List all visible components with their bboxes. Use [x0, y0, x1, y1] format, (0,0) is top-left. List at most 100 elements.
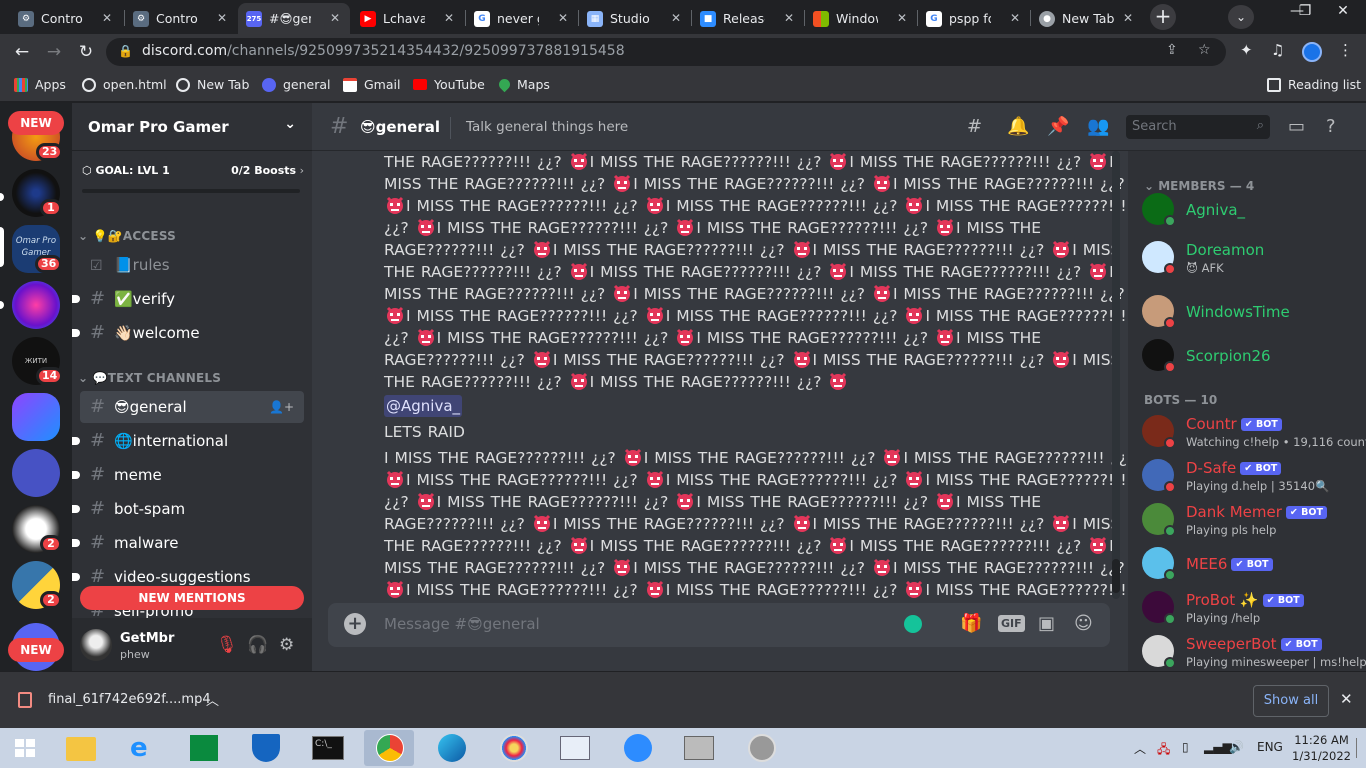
invite-icon[interactable]: 👤+ [269, 391, 294, 423]
tab-new-tab[interactable]: ● New Tab ✕ [1031, 3, 1143, 34]
grammarly-icon[interactable] [904, 615, 922, 633]
back-button[interactable]: ← [8, 38, 36, 66]
channel-welcome[interactable]: # 👋🏻welcome [72, 317, 304, 349]
tab-google-never[interactable]: G never go ✕ [466, 3, 578, 34]
channel-meme[interactable]: # meme [72, 459, 304, 491]
bot-member-item[interactable]: MEE6 ✔ BOT [1142, 543, 1366, 587]
speaker-app-icon[interactable] [736, 730, 786, 766]
close-icon[interactable]: ✕ [1123, 11, 1133, 25]
bookmark-new-tab[interactable]: New Tab [176, 77, 249, 92]
bookmark-gmail[interactable]: Gmail [343, 77, 400, 92]
channel-rules[interactable]: ☑ 📘rules [80, 249, 304, 281]
avatar[interactable] [80, 629, 112, 661]
menu-icon[interactable]: ⋮ [1338, 41, 1353, 59]
close-icon[interactable]: ✕ [671, 11, 681, 25]
clock[interactable]: 11:26 AM 1/31/2022 [1292, 732, 1351, 764]
sticker-icon[interactable]: ▣ [1038, 613, 1055, 634]
chevron-up-icon[interactable]: ︿ [206, 690, 219, 709]
channel-verify[interactable]: # ✅verify [72, 283, 304, 315]
lock-icon[interactable]: 🔒 [118, 44, 133, 58]
file-explorer-icon[interactable] [56, 730, 106, 766]
scrollbar[interactable] [1112, 151, 1120, 599]
tab-zoom-release[interactable]: ■ Release n ✕ [692, 3, 804, 34]
member-item[interactable]: Agniva_ [1142, 189, 1366, 233]
bookmark-open-html[interactable]: open.html [82, 77, 167, 92]
close-icon[interactable]: ✕ [444, 11, 454, 25]
member-list-icon[interactable]: 👥 [1087, 116, 1109, 137]
bot-member-item[interactable]: Dank Memer ✔ BOT Playing pls help [1142, 499, 1366, 543]
gif-button[interactable]: GIF [998, 615, 1025, 632]
close-icon[interactable]: ✕ [102, 11, 112, 25]
bookmark-maps[interactable]: Maps [496, 76, 550, 93]
server-icon[interactable] [12, 449, 60, 497]
wifi-icon[interactable]: ▂▄▆ [1204, 740, 1232, 754]
close-icon[interactable]: ✕ [558, 11, 568, 25]
reload-button[interactable]: ↻ [72, 38, 100, 66]
notification-icon[interactable] [1356, 738, 1362, 758]
bot-member-item[interactable]: Countr ✔ BOT Watching c!help • 19,116 coun… [1142, 411, 1366, 455]
category-text-channels[interactable]: ⌄ 💬TEXT CHANNELS [78, 371, 221, 385]
headphones-icon[interactable]: 🎧 [247, 635, 268, 655]
close-icon[interactable]: ✕ [1340, 690, 1353, 708]
channel-bot-spam[interactable]: # bot-spam [72, 493, 304, 525]
tray-overflow-icon[interactable]: ︿ [1134, 740, 1146, 757]
server-icon[interactable] [12, 393, 60, 441]
tab-windows[interactable]: Windows ✕ [805, 3, 917, 34]
settings-gear-icon[interactable]: ⚙ [279, 635, 294, 655]
defender-icon[interactable] [240, 730, 290, 766]
bot-member-item[interactable]: SweeperBot ✔ BOT Playing minesweeper | ms!… [1142, 631, 1366, 671]
show-all-button[interactable]: Show all [1253, 685, 1329, 717]
channel-general[interactable]: # 😎general 👤+ [80, 391, 304, 423]
category-access[interactable]: ⌄ 💡🔐ACCESS [78, 229, 176, 243]
bookmark-general[interactable]: general [262, 77, 331, 92]
share-icon[interactable]: ⇪ [1166, 42, 1178, 58]
threads-icon[interactable]: # [967, 116, 982, 137]
upload-plus-button[interactable]: + [344, 613, 366, 635]
close-icon[interactable]: ✕ [217, 11, 227, 25]
extensions-icon[interactable]: ✦ [1240, 41, 1253, 59]
channel-malware[interactable]: # malware [72, 527, 304, 559]
download-item[interactable]: final_61f742e692f....mp4 [48, 692, 211, 707]
store-icon[interactable] [178, 730, 228, 766]
channel-international[interactable]: # 🌐international [72, 425, 304, 457]
tab-google-pspp[interactable]: G pspp for ✕ [918, 3, 1030, 34]
battery-icon[interactable]: ▯ [1182, 740, 1189, 754]
close-icon[interactable]: ✕ [330, 11, 340, 25]
gift-icon[interactable]: 🎁 [960, 613, 982, 634]
zoom-taskbar-icon[interactable] [612, 730, 662, 766]
bookmark-apps[interactable]: Apps [14, 77, 66, 92]
notification-bell-icon[interactable]: 🔔 [1007, 116, 1029, 137]
server-icon[interactable] [12, 281, 60, 329]
chrome-taskbar-icon[interactable] [364, 730, 414, 766]
new-tab-button[interactable]: + [1150, 4, 1176, 30]
bot-member-item[interactable]: ProBot ✨ ✔ BOT Playing /help [1142, 587, 1366, 631]
new-mentions-button[interactable]: NEW MENTIONS [80, 586, 304, 610]
close-window-button[interactable]: ✕ [1320, 0, 1366, 32]
volume-icon[interactable]: 🔊 [1229, 740, 1244, 754]
start-button[interactable] [2, 730, 48, 766]
message-input[interactable]: Message #😎general [384, 615, 540, 633]
pin-icon[interactable]: 📌 [1047, 116, 1069, 137]
tab-search-button[interactable]: ⌄ [1228, 5, 1254, 29]
member-item[interactable]: Scorpion26 [1142, 335, 1366, 379]
user-mention[interactable]: @Agniva_ [384, 395, 463, 417]
member-item[interactable]: WindowsTime [1142, 291, 1366, 335]
bookmark-star-icon[interactable]: ☆ [1198, 42, 1211, 58]
internet-explorer-icon[interactable]: e [118, 730, 168, 766]
help-icon[interactable]: ? [1326, 116, 1336, 137]
tab-control-panel-1[interactable]: ⚙ Control C ✕ [10, 3, 122, 34]
edge-icon[interactable] [426, 730, 476, 766]
tab-studio[interactable]: ▦ Studio Pr ✕ [579, 3, 691, 34]
printer-icon[interactable] [674, 730, 724, 766]
tab-youtube[interactable]: ▶ Lchavass ✕ [352, 3, 464, 34]
reading-list-button[interactable]: Reading list [1267, 77, 1361, 92]
close-icon[interactable]: ✕ [897, 11, 907, 25]
boost-goal[interactable]: ⬡ GOAL: LVL 1 0/2 Boosts › [82, 159, 304, 193]
profile-avatar[interactable] [1302, 42, 1322, 62]
search-input[interactable]: Search ⌕ [1126, 115, 1270, 139]
member-item[interactable]: Doreamon 😈 AFK [1142, 237, 1366, 281]
forward-button[interactable]: → [40, 38, 68, 66]
emoji-icon[interactable]: ☺ [1074, 613, 1093, 634]
language-indicator[interactable]: ENG [1257, 740, 1283, 754]
paint-icon[interactable] [488, 730, 538, 766]
